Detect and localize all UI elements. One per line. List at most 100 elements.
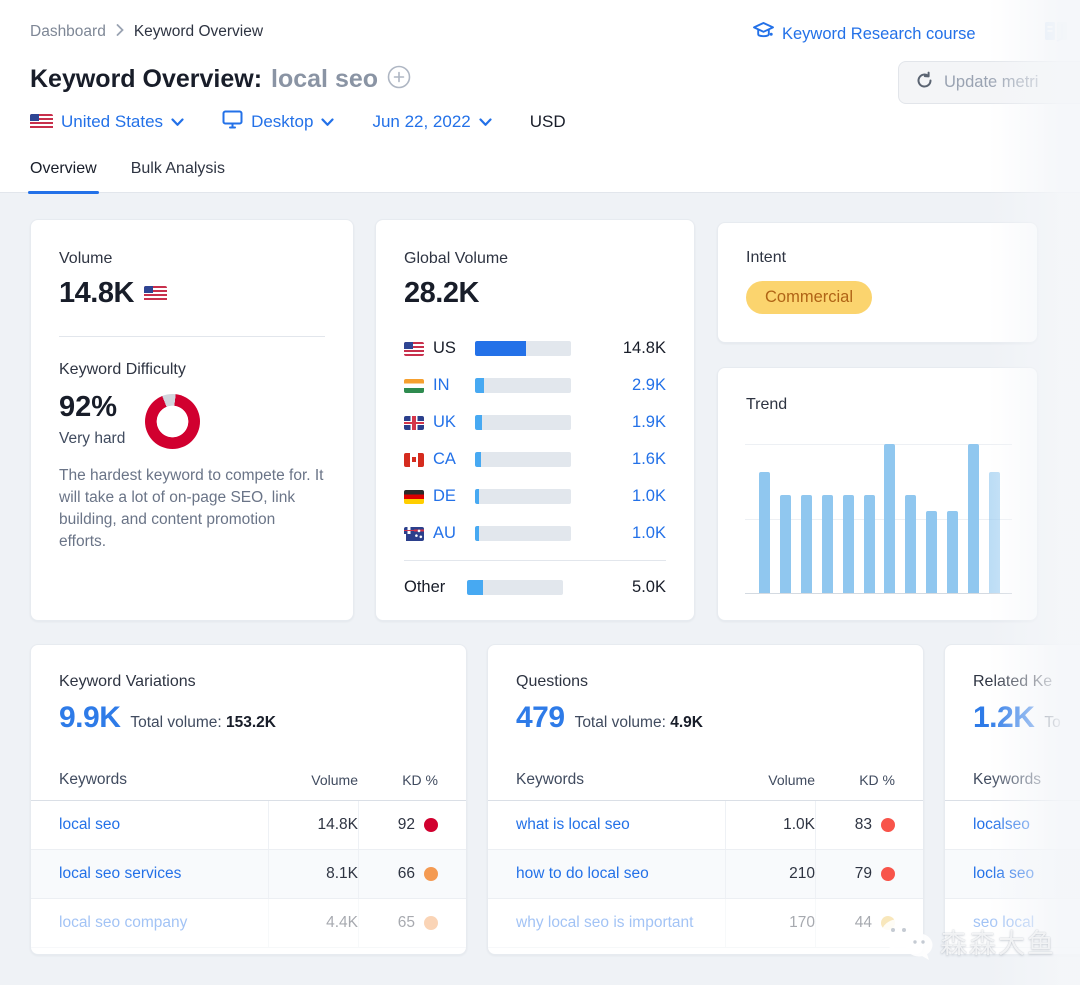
chevron-down-icon (479, 112, 492, 132)
page-title-keyword: local seo (271, 65, 378, 94)
questions-total: Total volume: 4.9K (575, 714, 703, 732)
page-title-prefix: Keyword Overview: (30, 65, 262, 94)
country-volume-bar (475, 489, 571, 504)
country-volume-bar-fill (475, 489, 479, 504)
trend-card: Trend (717, 367, 1038, 621)
device-selector[interactable]: Desktop (222, 110, 334, 134)
global-volume-title: Global Volume (404, 250, 666, 268)
kd-description: The hardest keyword to compete for. It w… (59, 465, 325, 553)
tab-overview[interactable]: Overview (30, 160, 97, 192)
kd-dot (424, 818, 438, 832)
x-axis-line (745, 593, 1012, 594)
keyword-link[interactable]: local seo services (59, 850, 268, 898)
volume-cell: 14.8K (268, 801, 358, 849)
country-volume-link[interactable]: 1.6K (571, 450, 666, 469)
currency-value: USD (530, 112, 566, 132)
keyword-research-course-link[interactable]: Keyword Research course (753, 22, 976, 46)
refresh-icon (915, 71, 934, 95)
manual-book-icon[interactable] (1043, 20, 1069, 49)
volume-title: Volume (59, 250, 325, 268)
volume-cell: 4.4K (268, 899, 358, 947)
country-volume-link[interactable]: 1.9K (571, 413, 666, 432)
canada-flag-icon (404, 453, 424, 467)
country-volume-value: 14.8K (571, 339, 666, 358)
country-row-uk: UK 1.9K (404, 404, 666, 441)
course-link-label: Keyword Research course (782, 25, 976, 44)
country-code-link[interactable]: UK (433, 413, 475, 432)
india-flag-icon (404, 379, 424, 393)
trend-bar (926, 511, 937, 593)
trend-bar (884, 444, 895, 593)
table-header: Keywords (945, 759, 1080, 801)
device-selector-label: Desktop (251, 112, 313, 132)
country-row-ca: CA 1.6K (404, 441, 666, 478)
country-volume-link[interactable]: 2.9K (571, 376, 666, 395)
col-keywords: Keywords (516, 771, 725, 789)
keyword-link[interactable]: how to do local seo (516, 850, 725, 898)
tab-bulk-analysis[interactable]: Bulk Analysis (131, 160, 225, 192)
volume-cell: 210 (725, 850, 815, 898)
questions-card: Questions 479 Total volume: 4.9K Keyword… (487, 644, 924, 955)
trend-bar (968, 444, 979, 593)
watermark: 森森大鱼 (878, 916, 1056, 967)
col-keywords: Keywords (59, 771, 268, 789)
variations-table: Keywords Volume KD % local seo 14.8K 92 … (31, 759, 466, 948)
col-kd: KD % (358, 772, 438, 788)
keyword-link[interactable]: local seo (59, 801, 268, 849)
kd-cell: 83 (815, 801, 895, 849)
kd-dot (424, 916, 438, 930)
intent-badge[interactable]: Commercial (746, 281, 872, 314)
breadcrumb-dashboard[interactable]: Dashboard (30, 23, 106, 41)
date-selector-label: Jun 22, 2022 (372, 112, 470, 132)
kd-cell: 66 (358, 850, 438, 898)
volume-value: 14.8K (59, 277, 134, 310)
country-selector[interactable]: United States (30, 112, 184, 132)
questions-title: Questions (516, 673, 895, 691)
trend-bar (843, 495, 854, 593)
country-row-us: US 14.8K (404, 330, 666, 367)
kd-value: 44 (855, 914, 872, 932)
table-row: local seo services 8.1K 66 (31, 850, 466, 899)
wechat-icon (878, 916, 934, 967)
table-row: why local seo is important 170 44 (488, 899, 923, 948)
country-selector-label: United States (61, 112, 163, 132)
table-row: how to do local seo 210 79 (488, 850, 923, 899)
card-divider (59, 336, 325, 337)
keyword-link[interactable]: what is local seo (516, 801, 725, 849)
country-code-link[interactable]: DE (433, 487, 475, 506)
keyword-link[interactable]: localseo (973, 801, 1080, 849)
variations-total: Total volume: 153.2K (130, 714, 276, 732)
country-volume-link[interactable]: 1.0K (571, 524, 666, 543)
related-title: Related Ke (973, 673, 1080, 691)
other-label: Other (404, 578, 467, 597)
trend-bar (780, 495, 791, 593)
kd-dot (424, 867, 438, 881)
country-row-au: AU 1.0K (404, 515, 666, 552)
variations-title: Keyword Variations (59, 673, 438, 691)
keyword-link[interactable]: locla seo (973, 850, 1080, 898)
us-flag-icon (404, 342, 424, 356)
keyword-link[interactable]: why local seo is important (516, 899, 725, 947)
update-metrics-label: Update metri (944, 73, 1038, 92)
add-keyword-icon[interactable] (387, 65, 411, 96)
country-volume-bar-fill (467, 580, 483, 595)
country-row-de: DE 1.0K (404, 478, 666, 515)
keyword-link[interactable]: local seo company (59, 899, 268, 947)
kd-value: 66 (398, 865, 415, 883)
date-selector[interactable]: Jun 22, 2022 (372, 112, 491, 132)
trend-bar (905, 495, 916, 593)
trend-bar (801, 495, 812, 593)
desktop-monitor-icon (222, 110, 243, 134)
col-volume: Volume (725, 772, 815, 788)
update-metrics-button[interactable]: Update metri (898, 61, 1080, 104)
col-volume: Volume (268, 772, 358, 788)
related-count: 1.2K (973, 701, 1034, 735)
country-code-link[interactable]: AU (433, 524, 475, 543)
uk-flag-icon (404, 416, 424, 430)
volume-card: Volume 14.8K Keyword Difficulty 92% Very… (30, 219, 354, 621)
country-code-link[interactable]: IN (433, 376, 475, 395)
australia-flag-icon (404, 527, 424, 541)
country-volume-link[interactable]: 1.0K (571, 487, 666, 506)
header: Dashboard Keyword Overview Keyword Resea… (0, 0, 1080, 193)
country-code-link[interactable]: CA (433, 450, 475, 469)
